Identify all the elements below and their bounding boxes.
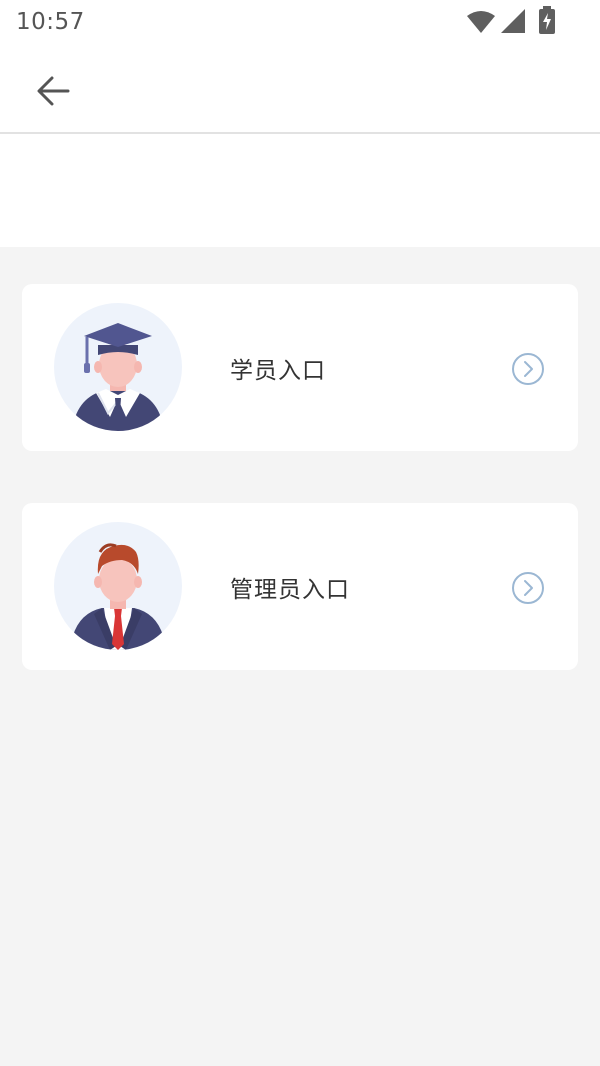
- status-time: 10:57: [16, 9, 85, 35]
- student-graduate-avatar: [54, 303, 182, 431]
- status-bar: 10:57: [0, 0, 600, 46]
- student-entry-label: 学员入口: [230, 358, 326, 384]
- toolbar: [0, 46, 600, 134]
- content-area: 学员入口 管理员入口: [0, 247, 600, 1066]
- battery-charging-icon: [539, 6, 555, 34]
- admin-entry-card[interactable]: 管理员入口: [22, 503, 578, 670]
- arrow-left-icon: [37, 76, 70, 106]
- admin-entry-label: 管理员入口: [230, 577, 350, 603]
- chevron-right-circle-icon[interactable]: [511, 571, 545, 605]
- wifi-icon: [467, 11, 495, 33]
- signal-icon: [501, 9, 525, 33]
- chevron-right-circle-icon[interactable]: [511, 352, 545, 386]
- back-button[interactable]: [26, 66, 80, 116]
- administrator-avatar: [54, 522, 182, 650]
- student-entry-card[interactable]: 学员入口: [22, 284, 578, 451]
